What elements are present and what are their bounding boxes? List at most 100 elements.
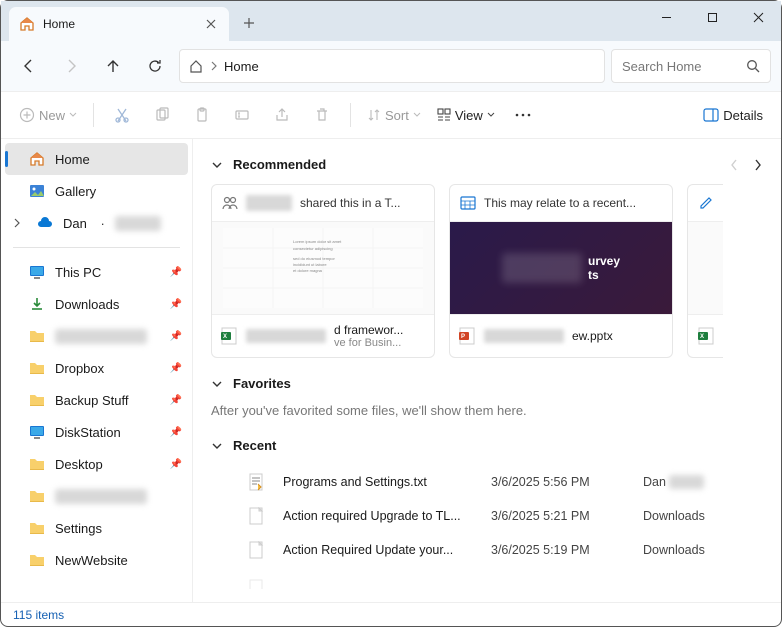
sidebar-item-newwebsite[interactable]: NewWebsite [1,544,192,576]
sidebar-item-onedrive[interactable]: Dan · x [1,207,192,239]
main-content: Recommended shared this in a T... Lorem … [193,139,781,602]
chevron-down-icon[interactable] [211,160,223,170]
svg-text:consectetur adipiscing: consectetur adipiscing [293,246,333,251]
section-recent-header: Recent [211,438,763,453]
recommended-card[interactable]: This may relate to a recent... urvey ts … [449,184,673,358]
sidebar-item-settings[interactable]: Settings [1,512,192,544]
folder-icon [29,552,45,568]
svg-text:et dolore magna: et dolore magna [293,268,323,273]
recommended-card[interactable]: shared this in a T... Lorem ipsum dolor … [211,184,435,358]
rename-button[interactable] [224,98,260,132]
cut-button[interactable] [104,98,140,132]
redacted: x [669,475,703,489]
sidebar-item-this-pc[interactable]: This PC 📌 [1,256,192,288]
statusbar: 115 items [1,602,781,626]
download-icon [29,296,45,312]
sidebar-item-downloads[interactable]: Downloads 📌 [1,288,192,320]
back-button[interactable] [11,48,47,84]
breadcrumb-current[interactable]: Home [224,59,259,74]
delete-button[interactable] [304,98,340,132]
tab-title: Home [43,17,195,31]
share-button[interactable] [264,98,300,132]
home-icon [188,58,204,74]
folder-icon [29,392,45,408]
folder-icon [29,456,45,472]
pin-icon: 📌 [170,427,182,438]
chevron-down-icon[interactable] [211,379,223,389]
pin-icon: 📌 [170,267,182,278]
close-button[interactable] [735,1,781,33]
tab-close-button[interactable] [203,16,219,32]
redacted [246,195,292,211]
more-button[interactable] [505,98,541,132]
sidebar-item-pinned-folder[interactable]: xxxxxxxx 📌 [1,320,192,352]
carousel-prev-button[interactable] [729,158,739,172]
pin-icon: 📌 [170,395,182,406]
maximize-button[interactable] [689,1,735,33]
sidebar-item-dropbox[interactable]: Dropbox 📌 [1,352,192,384]
up-button[interactable] [95,48,131,84]
sidebar-item-diskstation[interactable]: DiskStation 📌 [1,416,192,448]
item-count: 115 items [13,608,64,622]
home-icon [19,16,35,32]
copy-button[interactable] [144,98,180,132]
edit-icon [699,196,713,210]
chevron-right-icon[interactable] [210,61,218,71]
redacted: xxxxxxxx [55,489,147,504]
separator [93,103,94,127]
tab-home[interactable]: Home [9,7,229,41]
new-tab-button[interactable] [233,7,265,39]
sort-button[interactable]: Sort [361,98,427,132]
recent-file-row[interactable]: Programs and Settings.txt 3/6/2025 5:56 … [211,465,763,499]
sidebar-item-desktop[interactable]: Desktop 📌 [1,448,192,480]
redacted: x [115,216,162,231]
sidebar-item-pinned-folder[interactable]: xxxxxxxx [1,480,192,512]
new-button[interactable]: New [13,98,83,132]
address-bar-row: Home Search Home [1,41,781,91]
breadcrumb[interactable]: Home [179,49,605,83]
folder-icon [29,328,45,344]
details-pane-button[interactable]: Details [697,98,769,132]
recent-file-row[interactable]: Action required Upgrade to TL... 3/6/202… [211,499,763,533]
recommended-card-partial[interactable]: X [687,184,723,358]
home-icon [29,151,45,167]
sidebar-item-gallery[interactable]: Gallery [1,175,192,207]
svg-text:Lorem ipsum dolor sit amet: Lorem ipsum dolor sit amet [293,239,342,244]
sidebar-item-backup-stuff[interactable]: Backup Stuff 📌 [1,384,192,416]
view-button[interactable]: View [431,98,501,132]
favorites-empty-message: After you've favorited some files, we'll… [211,403,763,418]
carousel-next-button[interactable] [753,158,763,172]
search-input[interactable]: Search Home [611,49,771,83]
section-favorites-header: Favorites [211,376,763,391]
sidebar-item-home[interactable]: Home [5,143,188,175]
forward-button[interactable] [53,48,89,84]
recommended-cards: shared this in a T... Lorem ipsum dolor … [211,184,763,358]
doc-icon [247,579,271,589]
redacted [484,329,564,343]
redacted [246,329,326,343]
pin-icon: 📌 [170,363,182,374]
xlsx-icon: X [697,327,715,345]
recent-file-row[interactable] [211,567,763,601]
separator [13,247,180,248]
titlebar: Home [1,1,781,41]
pc-icon [29,264,45,280]
folder-icon [29,360,45,376]
doc-icon [247,541,271,559]
redacted: xxxxxxxx [55,329,147,344]
recent-file-row[interactable]: Action Required Update your... 3/6/2025 … [211,533,763,567]
refresh-button[interactable] [137,48,173,84]
folder-icon [29,488,45,504]
calendar-icon [460,196,476,210]
card-preview: urvey ts [450,221,672,315]
paste-button[interactable] [184,98,220,132]
doc-icon [247,507,271,525]
people-icon [222,196,238,210]
folder-icon [29,520,45,536]
card-preview: Lorem ipsum dolor sit amet consectetur ad… [212,221,434,315]
chevron-down-icon[interactable] [211,441,223,451]
chevron-right-icon[interactable] [13,218,27,228]
minimize-button[interactable] [643,1,689,33]
section-recommended-header: Recommended [211,157,763,172]
window-controls [643,1,781,33]
